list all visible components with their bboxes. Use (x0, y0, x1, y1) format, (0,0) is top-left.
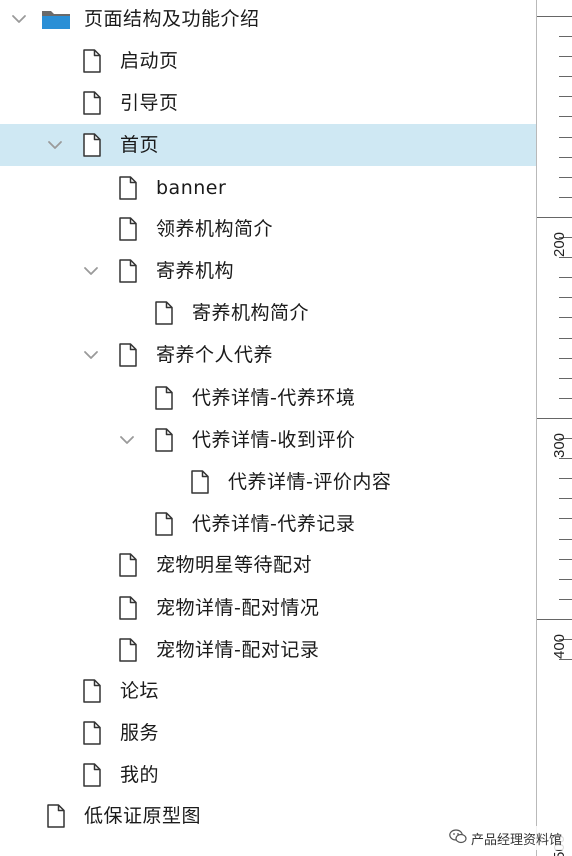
page-icon (154, 511, 174, 537)
page-icon (82, 678, 102, 704)
chevron-down-icon[interactable] (82, 262, 100, 280)
tree-row-boarding-agency-intro[interactable]: 寄养机构简介 (0, 292, 536, 334)
page-icon (154, 385, 174, 411)
page-icon (118, 175, 138, 201)
chevron-down-icon[interactable] (46, 136, 64, 154)
wechat-icon (449, 829, 467, 847)
tree-row-pet-match-records[interactable]: 宠物详情-配对记录 (0, 629, 536, 671)
tree-row-guide-page[interactable]: 引导页 (0, 82, 536, 124)
tree-row-label: 引导页 (120, 92, 179, 114)
page-icon (82, 48, 102, 74)
watermark: 产品经理资料馆 (444, 826, 566, 850)
tree-row-label: 宠物详情-配对情况 (156, 597, 320, 619)
tree-row-boarding-environment[interactable]: 代养详情-代养环境 (0, 377, 536, 419)
vertical-ruler: 200 300 400 500 (536, 0, 572, 856)
page-icon (82, 720, 102, 746)
ruler-label-200: 200 (551, 231, 568, 257)
tree-row-review-content[interactable]: 代养详情-评价内容 (0, 461, 536, 503)
page-icon (82, 90, 102, 116)
page-icon (118, 258, 138, 284)
chevron-down-icon[interactable] (10, 10, 28, 28)
watermark-text: 产品经理资料馆 (470, 831, 562, 847)
tree-row-label: 代养详情-代养环境 (192, 387, 356, 409)
page-tree: 页面结构及功能介绍 启动页 引导页 首页 banner 领养机构简介 寄养机构 … (0, 0, 536, 856)
tree-row-label: 代养详情-收到评价 (192, 429, 356, 451)
page-icon (82, 132, 102, 158)
page-icon (46, 803, 66, 829)
tree-row-boarding-agency[interactable]: 寄养机构 (0, 250, 536, 292)
folder-icon (41, 7, 71, 31)
page-icon (118, 216, 138, 242)
tree-row-label: 首页 (120, 134, 160, 156)
ruler-label-400: 400 (551, 633, 568, 659)
tree-row-page-structure[interactable]: 页面结构及功能介绍 (0, 0, 536, 40)
tree-row-label: 寄养个人代养 (156, 344, 274, 366)
tree-row-label: 宠物详情-配对记录 (156, 639, 320, 661)
tree-row-services[interactable]: 服务 (0, 712, 536, 754)
tree-row-launch-page[interactable]: 启动页 (0, 40, 536, 82)
tree-row-label: 寄养机构 (156, 260, 235, 282)
page-icon (82, 762, 102, 788)
page-icon (118, 637, 138, 663)
tree-row-label: 低保证原型图 (84, 805, 202, 827)
tree-row-boarding-records[interactable]: 代养详情-代养记录 (0, 503, 536, 545)
tree-row-forum[interactable]: 论坛 (0, 670, 536, 712)
chevron-down-icon[interactable] (82, 346, 100, 364)
page-icon (118, 342, 138, 368)
tree-row-home[interactable]: 首页 (0, 124, 536, 166)
tree-row-label: 代养详情-评价内容 (228, 471, 392, 493)
page-icon (118, 595, 138, 621)
page-icon (154, 427, 174, 453)
tree-row-pet-star-matching[interactable]: 宠物明星等待配对 (0, 544, 536, 586)
tree-row-label: 宠物明星等待配对 (156, 554, 313, 576)
tree-row-personal-boarding[interactable]: 寄养个人代养 (0, 334, 536, 376)
page-icon (118, 552, 138, 578)
tree-row-label: 寄养机构简介 (192, 302, 310, 324)
chevron-down-icon[interactable] (118, 431, 136, 449)
tree-row-banner[interactable]: banner (0, 167, 536, 209)
tree-row-received-reviews[interactable]: 代养详情-收到评价 (0, 419, 536, 461)
tree-row-label: 服务 (120, 722, 160, 744)
tree-row-adoption-intro[interactable]: 领养机构简介 (0, 208, 536, 250)
tree-row-mine[interactable]: 我的 (0, 754, 536, 796)
page-icon (154, 300, 174, 326)
tree-row-label: banner (156, 177, 227, 199)
page-icon (190, 469, 210, 495)
tree-row-label: 页面结构及功能介绍 (84, 8, 260, 30)
tree-row-pet-match-status[interactable]: 宠物详情-配对情况 (0, 587, 536, 629)
tree-row-label: 代养详情-代养记录 (192, 513, 356, 535)
tree-row-label: 我的 (120, 764, 160, 786)
ruler-label-300: 300 (551, 432, 568, 458)
ruler-ticks (537, 16, 572, 660)
tree-row-label: 论坛 (120, 680, 160, 702)
tree-row-label: 启动页 (120, 50, 179, 72)
tree-row-label: 领养机构简介 (156, 218, 274, 240)
